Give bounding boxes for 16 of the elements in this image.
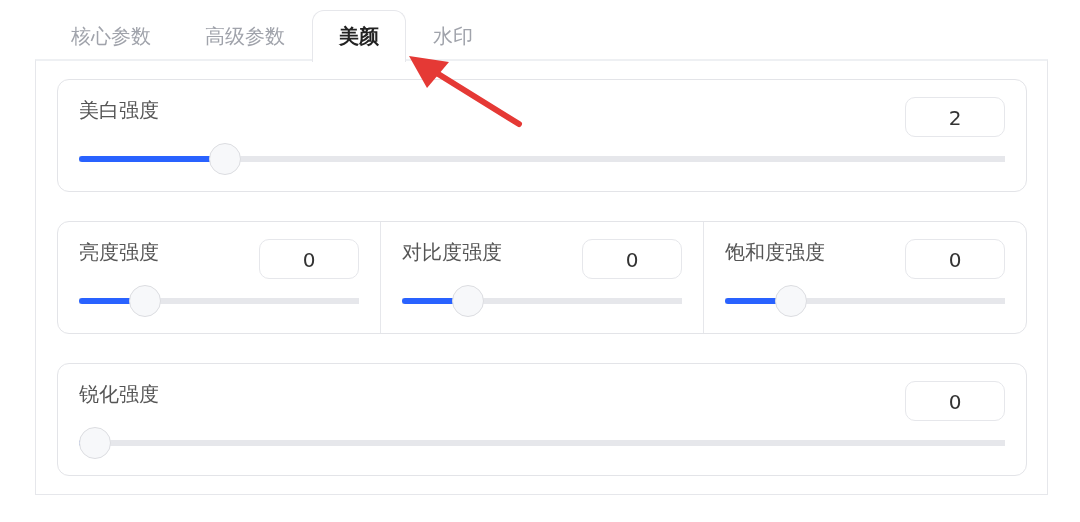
slider-label: 亮度强度 <box>79 239 159 266</box>
slider-label: 饱和度强度 <box>725 239 825 266</box>
slider-label: 美白强度 <box>79 97 159 124</box>
slider-label: 对比度强度 <box>402 239 502 266</box>
value-field[interactable]: 0 <box>905 381 1005 421</box>
value-field[interactable]: 0 <box>582 239 682 279</box>
slider-thumb[interactable] <box>208 143 241 175</box>
slider-label: 锐化强度 <box>79 381 159 408</box>
slider-thumb[interactable] <box>774 285 807 317</box>
slider-thumb[interactable] <box>79 427 111 459</box>
slider-thumb[interactable] <box>128 285 161 317</box>
value-field[interactable]: 0 <box>905 239 1005 279</box>
slider-thumb[interactable] <box>451 285 484 317</box>
tab[interactable]: 美颜 <box>312 10 406 62</box>
value-field[interactable]: 2 <box>905 97 1005 137</box>
value-field[interactable]: 0 <box>259 239 359 279</box>
